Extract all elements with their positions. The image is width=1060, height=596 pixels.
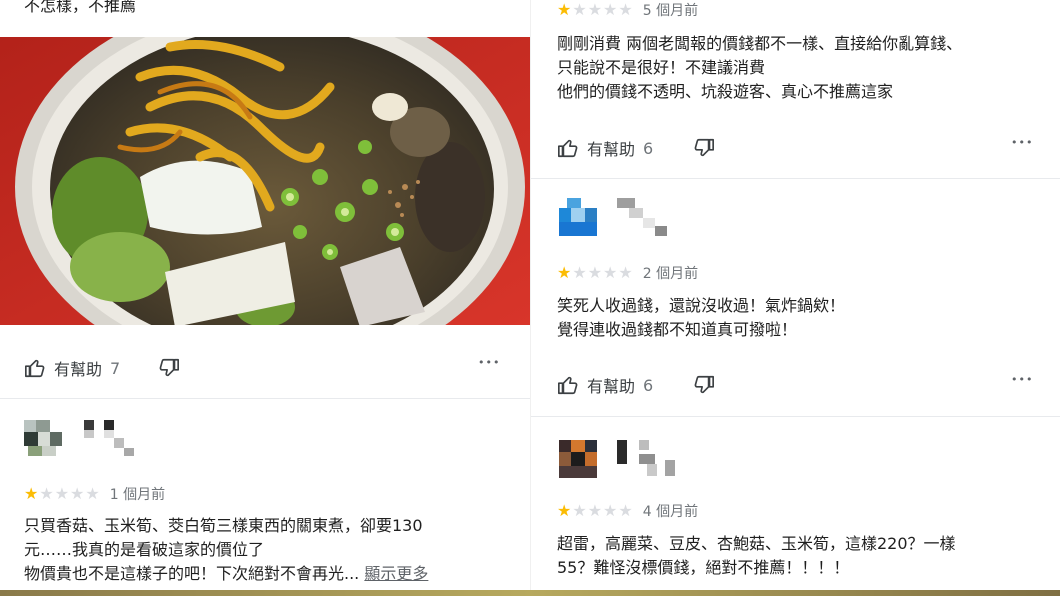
star-rating: ★ ★ ★ ★ ★ <box>557 2 633 18</box>
helpful-label: 有幫助 <box>587 377 636 396</box>
reviewer-name[interactable] <box>84 420 138 460</box>
review-divider <box>531 416 1060 417</box>
reviewer-avatar[interactable] <box>559 440 599 480</box>
star-empty-icon: ★ <box>572 0 587 19</box>
star-empty-icon: ★ <box>587 0 603 19</box>
star-empty-icon: ★ <box>618 501 633 520</box>
helpful-count: 6 <box>643 138 654 158</box>
more-options-button[interactable]: ••• <box>478 356 500 369</box>
bottom-image-edge <box>0 590 1060 596</box>
review-text-line: 超雷，高麗菜、豆皮、杏鮑菇、玉米筍，這樣220？一樣 <box>557 534 956 553</box>
star-empty-icon: ★ <box>603 501 618 520</box>
helpful-count: 6 <box>643 375 654 395</box>
review-date: 1 個月前 <box>109 487 166 503</box>
star-empty-icon: ★ <box>85 484 100 503</box>
star-empty-icon: ★ <box>572 263 587 282</box>
star-empty-icon: ★ <box>54 484 70 503</box>
star-empty-icon: ★ <box>618 263 633 282</box>
star-rating: ★ ★ ★ ★ ★ <box>557 265 633 281</box>
review-meta: ★ ★ ★ ★ ★ 1 個月前 <box>24 484 165 504</box>
thumbs-up-icon <box>558 376 578 395</box>
review-meta: ★ ★ ★ ★ ★ 2 個月前 <box>557 263 698 283</box>
helpful-label: 有幫助 <box>54 360 103 379</box>
review-text-snippet: 不怎樣，不推薦 <box>24 0 137 15</box>
star-rating: ★ ★ ★ ★ ★ <box>24 486 100 502</box>
review-text: 笑死人收過錢，還說沒收過！氣炸鍋欸！ 覺得連收過錢都不知道真可撥啦！ <box>557 294 845 342</box>
review-text: 只買香菇、玉米筍、茭白筍三樣東西的關東煮，卻要130 元……我真的是看破這家的價… <box>24 514 428 586</box>
reviewer-avatar[interactable] <box>24 420 64 460</box>
review-text-line: 笑死人收過錢，還說沒收過！氣炸鍋欸！ <box>557 296 846 315</box>
thumbs-up-icon <box>25 359 45 378</box>
review-photo[interactable] <box>0 37 530 325</box>
helpful-button[interactable]: 有幫助 7 <box>24 356 120 380</box>
star-empty-icon: ★ <box>39 484 54 503</box>
star-filled-icon: ★ <box>24 484 39 503</box>
star-filled-icon: ★ <box>557 263 572 282</box>
not-helpful-button[interactable] <box>693 374 715 396</box>
star-empty-icon: ★ <box>587 501 603 520</box>
more-horizontal-icon: ••• <box>478 356 501 369</box>
review-text-line: 55？難怪沒標價錢，絕對不推薦！！！！ <box>557 558 850 577</box>
more-horizontal-icon: ••• <box>1011 373 1034 386</box>
thumbs-up-icon <box>558 139 578 158</box>
more-horizontal-icon: ••• <box>1011 136 1034 149</box>
not-helpful-button[interactable] <box>158 357 180 379</box>
review-divider <box>531 178 1060 179</box>
left-review-column: 不怎樣，不推薦 有幫助 7 ••• ★ ★ ★ ★ ★ 1 個月前 只買香菇、玉… <box>0 0 530 596</box>
star-empty-icon: ★ <box>587 263 603 282</box>
star-empty-icon: ★ <box>603 263 618 282</box>
review-text-line: 只買香菇、玉米筍、茭白筍三樣東西的關東煮，卻要130 <box>24 516 423 535</box>
review-meta: ★ ★ ★ ★ ★ 5 個月前 <box>557 0 698 20</box>
review-text-line: 物價貴也不是這樣子的吧！下次絕對不會再光... 顯示更多 <box>24 564 429 583</box>
star-filled-icon: ★ <box>557 0 572 19</box>
helpful-label: 有幫助 <box>587 140 636 159</box>
right-review-column: ★ ★ ★ ★ ★ 5 個月前 剛剛消費 兩個老闆報的價錢都不一樣、直接給你亂算… <box>530 0 1060 596</box>
review-divider <box>0 398 530 399</box>
review-text-line: 他們的價錢不透明、坑殺遊客、真心不推薦這家 <box>557 82 894 101</box>
helpful-button[interactable]: 有幫助 6 <box>557 373 653 397</box>
food-bowl-image <box>0 37 530 325</box>
review-text: 超雷，高麗菜、豆皮、杏鮑菇、玉米筍，這樣220？一樣 55？難怪沒標價錢，絕對不… <box>557 532 956 580</box>
thumbs-down-icon <box>694 375 714 394</box>
review-date: 5 個月前 <box>642 3 699 19</box>
star-empty-icon: ★ <box>603 0 618 19</box>
star-rating: ★ ★ ★ ★ ★ <box>557 503 633 519</box>
review-text-line: 元……我真的是看破這家的價位了 <box>24 540 265 559</box>
more-options-button[interactable]: ••• <box>1011 373 1033 386</box>
star-empty-icon: ★ <box>70 484 85 503</box>
star-filled-icon: ★ <box>557 501 572 520</box>
thumbs-down-icon <box>694 138 714 157</box>
review-date: 2 個月前 <box>642 266 699 282</box>
helpful-button[interactable]: 有幫助 6 <box>557 136 653 160</box>
review-meta: ★ ★ ★ ★ ★ 4 個月前 <box>557 501 698 521</box>
star-empty-icon: ★ <box>618 0 633 19</box>
reviewer-avatar[interactable] <box>559 198 599 238</box>
star-empty-icon: ★ <box>572 501 587 520</box>
review-date: 4 個月前 <box>642 504 699 520</box>
show-more-link[interactable]: 顯示更多 <box>364 564 428 583</box>
review-text: 剛剛消費 兩個老闆報的價錢都不一樣、直接給你亂算錢、 只能說不是很好！不建議消費… <box>557 32 962 104</box>
review-text-line: 剛剛消費 兩個老闆報的價錢都不一樣、直接給你亂算錢、 <box>557 34 963 53</box>
review-text-line: 只能說不是很好！不建議消費 <box>557 58 766 77</box>
reviewer-name[interactable] <box>617 198 677 238</box>
review-text-line: 覺得連收過錢都不知道真可撥啦！ <box>557 320 798 339</box>
helpful-count: 7 <box>110 358 121 378</box>
thumbs-down-icon <box>159 358 179 377</box>
not-helpful-button[interactable] <box>693 137 715 159</box>
more-options-button[interactable]: ••• <box>1011 136 1033 149</box>
reviewer-name[interactable] <box>617 440 677 480</box>
